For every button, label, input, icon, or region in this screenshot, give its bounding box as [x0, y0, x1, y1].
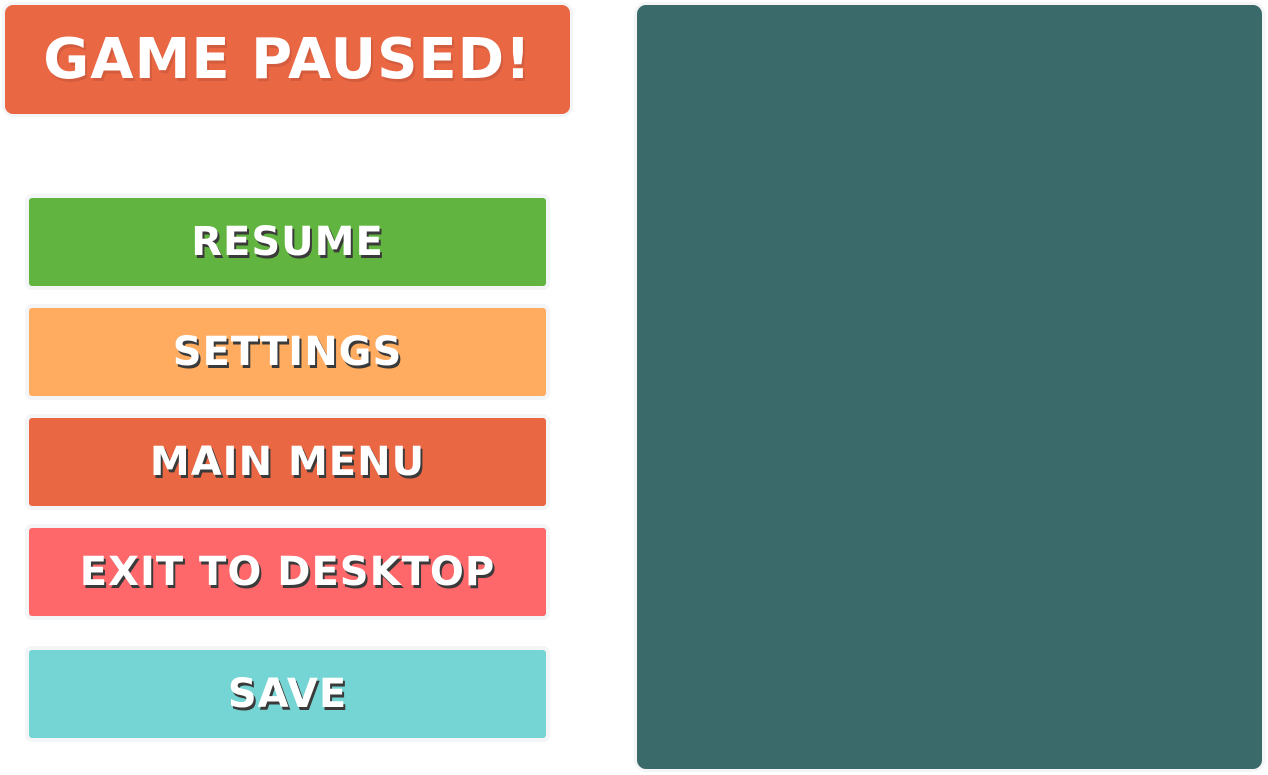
- main-menu-button-label: MAIN MENU: [149, 439, 426, 485]
- resume-button-label: RESUME: [191, 219, 384, 265]
- pause-title: GAME PAUSED!: [43, 27, 532, 92]
- exit-to-desktop-button-label: EXIT TO DESKTOP: [79, 549, 496, 595]
- settings-button-label: SETTINGS: [172, 329, 403, 375]
- pause-screen: GAME PAUSED! RESUME SETTINGS MAIN MENU E…: [0, 0, 1268, 775]
- save-button-label: SAVE: [227, 671, 348, 717]
- preview-panel: [637, 5, 1262, 769]
- main-menu-button[interactable]: MAIN MENU: [29, 418, 546, 506]
- settings-button[interactable]: SETTINGS: [29, 308, 546, 396]
- save-button[interactable]: SAVE: [29, 650, 546, 738]
- exit-to-desktop-button[interactable]: EXIT TO DESKTOP: [29, 528, 546, 616]
- resume-button[interactable]: RESUME: [29, 198, 546, 286]
- pause-title-banner: GAME PAUSED!: [5, 5, 570, 114]
